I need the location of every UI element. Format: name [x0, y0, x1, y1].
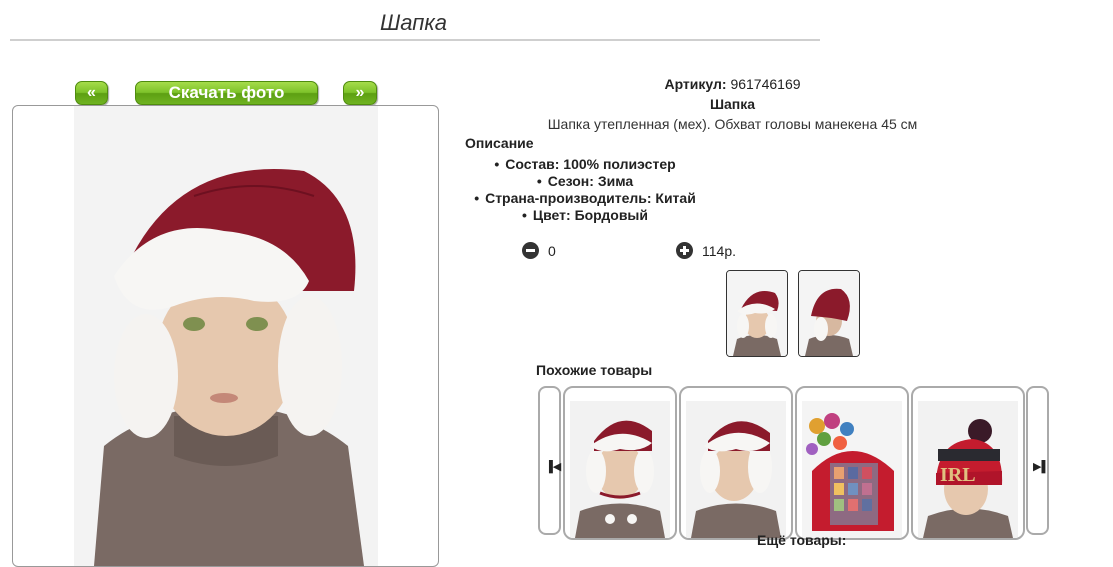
- similar-product-image: [570, 401, 670, 538]
- plus-icon[interactable]: [676, 242, 693, 259]
- carousel-prev-button[interactable]: ▐◀: [538, 386, 561, 535]
- attribute-item: Состав: 100% полиэстер: [465, 156, 705, 173]
- similar-product-card[interactable]: IRL: [911, 386, 1025, 540]
- svg-text:IRL: IRL: [940, 464, 976, 486]
- carousel-next-button[interactable]: ▶▌: [1026, 386, 1049, 535]
- photo-thumbnail-front[interactable]: [726, 270, 788, 357]
- attribute-item: Страна-производитель: Китай: [465, 190, 705, 207]
- product-description: Шапка утепленная (мех). Обхват головы ма…: [547, 116, 918, 132]
- minus-icon[interactable]: [522, 242, 539, 259]
- attribute-list: Состав: 100% полиэстер Сезон: Зима Стран…: [465, 156, 705, 224]
- main-product-photo[interactable]: [74, 106, 378, 566]
- similar-product-image: IRL: [918, 401, 1018, 538]
- similar-products-heading: Похожие товары: [536, 362, 653, 378]
- article-line: Артикул: 961746169: [465, 76, 1000, 92]
- similar-product-image: [686, 401, 786, 538]
- similar-product-card[interactable]: [679, 386, 793, 540]
- download-photo-button[interactable]: Скачать фото: [135, 81, 318, 105]
- carousel-prev-icon: ▐◀: [545, 461, 562, 473]
- previous-photo-button[interactable]: «: [75, 81, 108, 105]
- description-heading: Описание: [465, 135, 534, 151]
- main-photo-frame: [12, 105, 439, 567]
- photo-thumbnail-side[interactable]: [798, 270, 860, 357]
- more-products-heading: Ещё товары:: [757, 532, 847, 548]
- similar-product-card[interactable]: [563, 386, 677, 540]
- title-divider: [10, 39, 820, 41]
- product-name: Шапка: [709, 96, 756, 112]
- attribute-item: Цвет: Бордовый: [465, 207, 705, 224]
- attribute-item: Сезон: Зима: [465, 173, 705, 190]
- article-value: 961746169: [730, 76, 801, 92]
- carousel-next-icon: ▶▌: [1033, 461, 1050, 473]
- article-label: Артикул:: [664, 76, 727, 92]
- page-title: Шапка: [380, 10, 447, 35]
- quantity-value: 0: [548, 243, 556, 259]
- price: 114р.: [702, 243, 736, 259]
- similar-product-image: [802, 401, 902, 538]
- next-photo-button[interactable]: »: [343, 81, 377, 105]
- similar-product-card[interactable]: [795, 386, 909, 540]
